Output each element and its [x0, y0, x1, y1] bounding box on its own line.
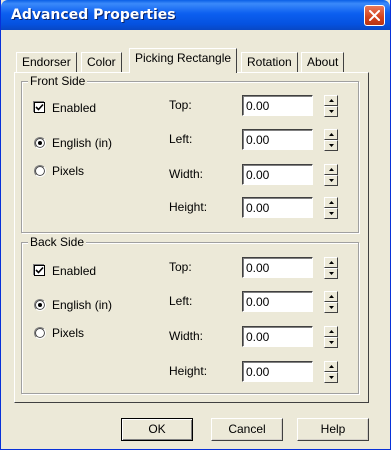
arrow-down-icon [329, 376, 334, 379]
arrow-down-icon [329, 212, 334, 215]
arrow-down-icon [329, 306, 334, 309]
front-top-spinner[interactable] [324, 95, 338, 117]
back-top-field[interactable]: 0.00 [242, 257, 313, 278]
back-left-up-button[interactable] [324, 291, 338, 302]
front-enabled-checkbox[interactable] [34, 102, 45, 113]
front-side-title: Front Side [28, 74, 88, 88]
front-side-group: Front Side Enabled English (in) Pixels T… [21, 74, 359, 233]
front-top-up-button[interactable] [324, 95, 338, 106]
front-width-down-button[interactable] [324, 175, 338, 186]
arrow-up-icon [329, 201, 334, 204]
back-enabled-checkbox[interactable] [34, 265, 45, 276]
back-top-spinner[interactable] [324, 257, 338, 279]
arrow-up-icon [329, 99, 334, 102]
back-left-down-button[interactable] [324, 302, 338, 313]
back-left-label: Left: [169, 294, 193, 308]
arrow-up-icon [329, 295, 334, 298]
front-top-label: Top: [169, 98, 192, 112]
cancel-button[interactable]: Cancel [211, 418, 283, 441]
arrow-down-icon [329, 272, 334, 275]
ok-button[interactable]: OK [121, 418, 193, 441]
front-width-label: Width: [169, 167, 204, 181]
arrow-up-icon [329, 133, 334, 136]
close-button[interactable] [364, 5, 385, 26]
radio-selected-dot [38, 303, 42, 307]
front-height-label: Height: [169, 200, 208, 214]
tab-rotation[interactable]: Rotation [241, 52, 298, 73]
arrow-up-icon [329, 330, 334, 333]
help-button[interactable]: Help [297, 418, 369, 441]
back-height-field[interactable]: 0.00 [242, 361, 313, 382]
back-width-up-button[interactable] [324, 326, 338, 337]
back-pixels-radio[interactable] [34, 327, 46, 339]
back-top-down-button[interactable] [324, 268, 338, 279]
front-pixels-label: Pixels [52, 164, 85, 178]
front-pixels-radio[interactable] [34, 165, 46, 177]
front-width-spinner[interactable] [324, 164, 338, 186]
tab-color[interactable]: Color [81, 52, 122, 73]
back-height-label: Height: [169, 364, 208, 378]
title-bar[interactable]: Advanced Properties [1, 0, 390, 30]
front-left-label: Left: [169, 132, 193, 146]
front-top-field[interactable]: 0.00 [242, 95, 313, 116]
arrow-down-icon [329, 144, 334, 147]
front-left-field[interactable]: 0.00 [242, 129, 313, 150]
back-left-field[interactable]: 0.00 [242, 291, 313, 312]
front-height-field[interactable]: 0.00 [242, 197, 313, 218]
front-height-up-button[interactable] [324, 197, 338, 208]
back-side-group: Back Side Enabled English (in) Pixels To… [21, 235, 359, 394]
close-icon [369, 10, 380, 21]
back-width-down-button[interactable] [324, 337, 338, 348]
back-width-field[interactable]: 0.00 [242, 326, 313, 347]
advanced-properties-dialog: Advanced Properties Endorser Color Picki… [0, 0, 391, 450]
back-height-spinner[interactable] [324, 361, 338, 383]
back-side-title: Back Side [28, 235, 87, 249]
back-height-up-button[interactable] [324, 361, 338, 372]
tab-about[interactable]: About [301, 52, 345, 73]
back-top-up-button[interactable] [324, 257, 338, 268]
tab-endorser[interactable]: Endorser [16, 52, 77, 73]
arrow-down-icon [329, 179, 334, 182]
back-english-label: English (in) [52, 298, 113, 312]
front-height-spinner[interactable] [324, 197, 338, 219]
back-width-label: Width: [169, 329, 204, 343]
arrow-up-icon [329, 261, 334, 264]
checkmark-icon [35, 266, 44, 274]
radio-selected-dot [38, 141, 42, 145]
picking-rectangle-panel: Front Side Enabled English (in) Pixels T… [14, 72, 369, 403]
window-title: Advanced Properties [11, 7, 176, 23]
tab-picking-rectangle[interactable]: Picking Rectangle [129, 48, 238, 73]
back-english-radio[interactable] [34, 299, 46, 311]
arrow-up-icon [329, 365, 334, 368]
front-height-down-button[interactable] [324, 208, 338, 219]
arrow-up-icon [329, 168, 334, 171]
arrow-down-icon [329, 110, 334, 113]
arrow-down-icon [329, 341, 334, 344]
back-width-spinner[interactable] [324, 326, 338, 348]
checkmark-icon [35, 103, 44, 111]
front-top-down-button[interactable] [324, 106, 338, 117]
front-enabled-label: Enabled [52, 101, 97, 115]
back-left-spinner[interactable] [324, 291, 338, 313]
front-english-label: English (in) [52, 136, 113, 150]
front-width-up-button[interactable] [324, 164, 338, 175]
front-left-spinner[interactable] [324, 129, 338, 151]
front-left-up-button[interactable] [324, 129, 338, 140]
front-left-down-button[interactable] [324, 140, 338, 151]
back-height-down-button[interactable] [324, 372, 338, 383]
back-enabled-label: Enabled [52, 264, 97, 278]
back-top-label: Top: [169, 260, 192, 274]
front-width-field[interactable]: 0.00 [242, 164, 313, 185]
front-english-radio[interactable] [34, 137, 46, 149]
back-pixels-label: Pixels [52, 326, 85, 340]
